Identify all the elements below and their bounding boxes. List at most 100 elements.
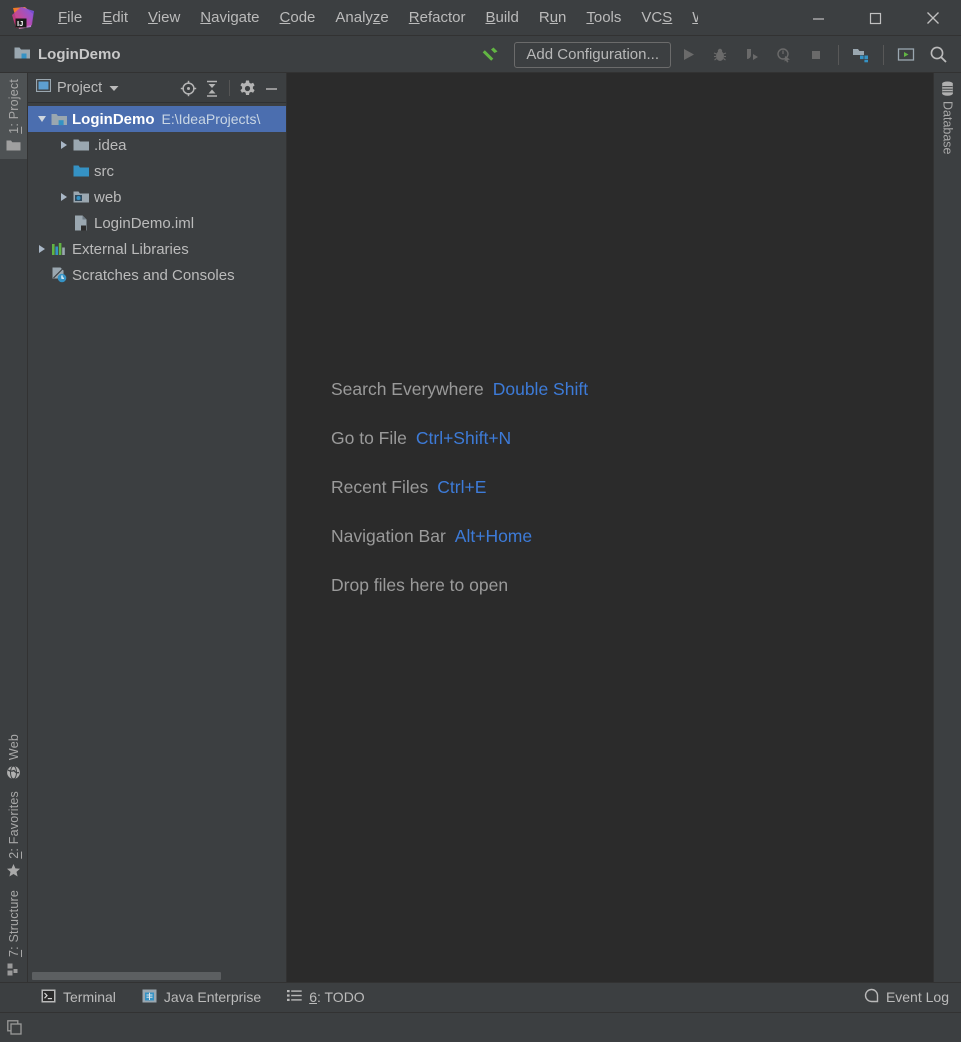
stop-button[interactable] — [801, 41, 831, 69]
hide-panel-icon[interactable] — [260, 77, 282, 99]
status-terminal-label: Terminal — [63, 989, 116, 1005]
intellij-logo-icon: IJ — [10, 5, 36, 31]
menu-analyze[interactable]: Analyze — [325, 0, 398, 36]
maximize-button[interactable] — [847, 0, 904, 36]
tree-label: External Libraries — [72, 240, 189, 258]
status-java-enterprise[interactable]: Java Enterprise — [129, 989, 274, 1006]
expand-arrow-down-icon[interactable] — [34, 111, 50, 127]
toolbar-project-chip[interactable]: LoginDemo — [14, 45, 121, 65]
sidebar-item-favorites-label: 2: Favorites — [6, 791, 21, 859]
terminal-run-button[interactable] — [891, 41, 921, 69]
add-configuration-button[interactable]: Add Configuration... — [514, 41, 671, 68]
tree-no-arrow — [56, 215, 72, 231]
gear-icon[interactable] — [236, 77, 258, 99]
run-with-coverage-button[interactable] — [737, 41, 767, 69]
menu-run-post: n — [558, 9, 567, 26]
menu-vcs[interactable]: VCS — [631, 0, 682, 36]
left-tool-stripe: 1: Project Web 2: Favorites 7: Structure — [0, 73, 28, 982]
project-tool-window: Project LoginDemo E:\IdeaProjects\ .idea… — [28, 73, 287, 982]
menu-build-rest: uild — [495, 9, 519, 26]
tree-label: Scratches and Consoles — [72, 266, 235, 284]
tree-row-web[interactable]: web — [28, 184, 286, 210]
minimize-button[interactable] — [790, 0, 847, 36]
scratches-icon — [50, 267, 68, 283]
select-opened-file-icon[interactable] — [177, 77, 199, 99]
left-stripe-top: 1: Project — [0, 73, 27, 159]
menu-run-pre: R — [538, 9, 550, 26]
todo-icon — [287, 989, 302, 1005]
menu-build[interactable]: Build — [475, 0, 528, 36]
search-everywhere-button[interactable] — [923, 41, 953, 69]
menu-navigate[interactable]: Navigate — [190, 0, 269, 36]
menu-code[interactable]: Code — [270, 0, 326, 36]
menu-edit[interactable]: Edit — [92, 0, 138, 36]
chevron-down-icon[interactable] — [109, 79, 119, 97]
tree-no-arrow — [56, 163, 72, 179]
tree-label: web — [94, 188, 122, 206]
project-folder-icon — [50, 112, 68, 127]
tree-row-logindemo[interactable]: LoginDemo E:\IdeaProjects\ — [28, 106, 286, 132]
debug-button[interactable] — [705, 41, 735, 69]
sidebar-item-database[interactable]: Database — [940, 81, 956, 155]
menu-tools-rest: ools — [593, 9, 622, 26]
sidebar-item-favorites[interactable]: 2: Favorites — [0, 785, 27, 884]
hint-label: Drop files here to open — [331, 575, 509, 595]
web-folder-icon — [72, 190, 90, 204]
menu-refactor[interactable]: Refactor — [399, 0, 476, 36]
status-bar: Terminal Java Enterprise 6: TODO Event L… — [0, 982, 961, 1012]
project-window-icon — [35, 78, 52, 97]
scrollbar-thumb[interactable] — [32, 972, 221, 980]
hint-shortcut: Alt+Home — [454, 526, 533, 546]
menu-window[interactable]: W — [682, 0, 698, 36]
menu-edit-rest: dit — [112, 9, 129, 26]
tree-row-scratches-and-consoles[interactable]: Scratches and Consoles — [28, 262, 286, 288]
menu-run[interactable]: Run — [529, 0, 577, 36]
editor-empty-area[interactable]: Search Everywhere Double Shift Go to Fil… — [287, 73, 933, 982]
menu-analyze-post: e — [380, 9, 389, 26]
expand-arrow-right-icon[interactable] — [34, 241, 50, 257]
tree-row-logindemo-iml[interactable]: LoginDemo.iml — [28, 210, 286, 236]
tree-label: LoginDemo.iml — [94, 214, 195, 232]
status-event-log[interactable]: Event Log — [851, 988, 961, 1006]
status-todo[interactable]: 6: TODO — [274, 989, 378, 1005]
left-stripe-bottom: Web 2: Favorites 7: Structure — [0, 728, 27, 982]
toolbar-right-group: Add Configuration... — [478, 41, 961, 69]
sidebar-item-web[interactable]: Web — [0, 728, 27, 785]
status-todo-label: 6: TODO — [309, 989, 365, 1005]
star-icon — [6, 863, 22, 879]
status-java-enterprise-label: Java Enterprise — [163, 989, 262, 1005]
restore-layout-icon[interactable] — [0, 1019, 28, 1035]
status-terminal[interactable]: Terminal — [28, 989, 129, 1006]
project-panel-title: Project — [57, 80, 103, 96]
profile-button[interactable] — [769, 41, 799, 69]
close-button[interactable] — [904, 0, 961, 36]
sidebar-item-project[interactable]: 1: Project — [0, 73, 27, 159]
project-structure-button[interactable] — [846, 41, 876, 69]
database-icon — [940, 81, 956, 97]
project-panel-header: Project — [28, 73, 286, 103]
hint-label: Go to File — [331, 428, 407, 448]
menu-view[interactable]: View — [138, 0, 190, 36]
project-tree[interactable]: LoginDemo E:\IdeaProjects\ .idea src web… — [28, 103, 286, 969]
tree-label: src — [94, 162, 114, 180]
project-tree-horizontal-scrollbar[interactable] — [28, 969, 286, 982]
collapse-all-icon[interactable] — [201, 77, 223, 99]
event-log-icon — [864, 988, 879, 1006]
expand-arrow-right-icon[interactable] — [56, 137, 72, 153]
hammer-icon[interactable] — [478, 44, 500, 66]
tree-row-src[interactable]: src — [28, 158, 286, 184]
tree-row-idea[interactable]: .idea — [28, 132, 286, 158]
iml-file-icon — [72, 215, 90, 231]
project-folder-icon — [14, 45, 31, 65]
menu-tools[interactable]: Tools — [576, 0, 631, 36]
sidebar-item-structure[interactable]: 7: Structure — [0, 884, 27, 982]
tree-no-arrow — [34, 267, 50, 283]
java-enterprise-icon — [142, 989, 157, 1006]
tree-row-external-libraries[interactable]: External Libraries — [28, 236, 286, 262]
svg-text:IJ: IJ — [17, 19, 23, 28]
run-button[interactable] — [673, 41, 703, 69]
menu-file[interactable]: File — [48, 0, 92, 36]
expand-arrow-right-icon[interactable] — [56, 189, 72, 205]
window-controls — [790, 0, 961, 36]
sidebar-item-database-label: Database — [940, 101, 955, 155]
